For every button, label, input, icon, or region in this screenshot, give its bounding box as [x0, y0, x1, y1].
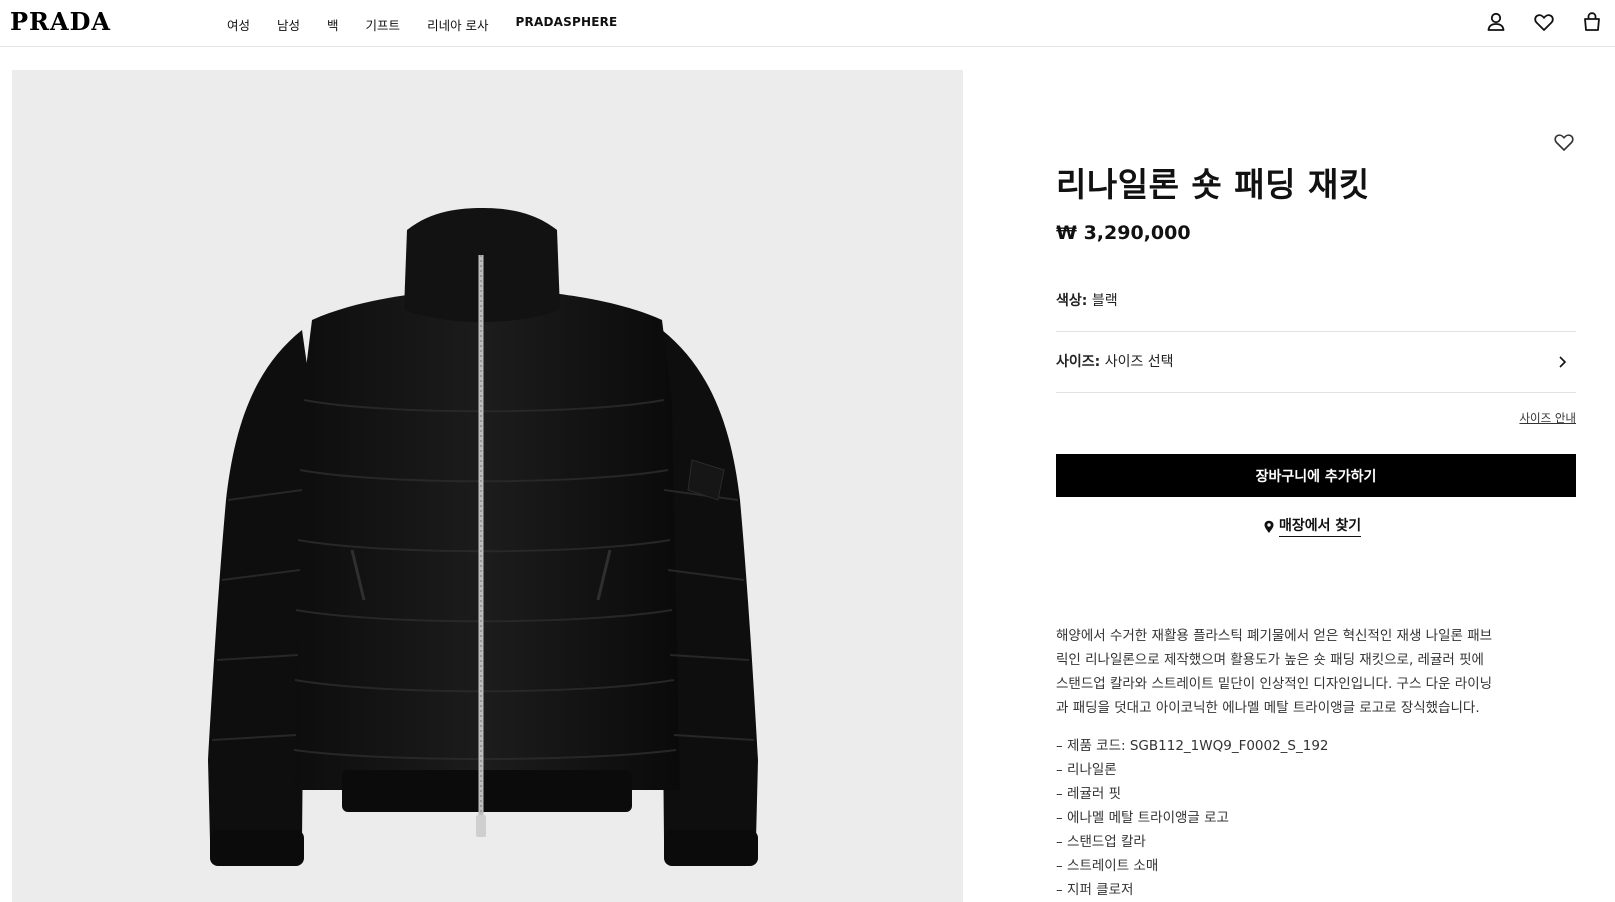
- chevron-right-icon: [1556, 354, 1568, 368]
- description-line: 과 패딩을 덧대고 아이코닉한 에나멜 메탈 트라이앵글 로고로 장식했습니다.: [1056, 700, 1480, 716]
- site-header: PRADA 여성 남성 백 기프트 리네아 로사 PRADASPHERE: [0, 0, 1615, 47]
- color-label: 색상:: [1056, 293, 1088, 309]
- nav-item-men[interactable]: 남성: [277, 15, 300, 34]
- description-line: 해양에서 수거한 재활용 플라스틱 폐기물에서 얻은 혁신적인 재생 나일론 패…: [1056, 628, 1493, 644]
- nav-item-linea-rossa[interactable]: 리네아 로사: [427, 15, 488, 34]
- product-features: – 제품 코드: SGB112_1WQ9_F0002_S_192 – 리나일론 …: [1056, 734, 1329, 902]
- feature-item: – 제품 코드: SGB112_1WQ9_F0002_S_192: [1056, 738, 1329, 754]
- add-to-cart-button[interactable]: 장바구니에 추가하기: [1056, 454, 1576, 497]
- nav-item-women[interactable]: 여성: [227, 15, 250, 34]
- bag-icon[interactable]: [1581, 10, 1603, 34]
- feature-item: – 스탠드업 칼라: [1056, 834, 1146, 850]
- product-description: 해양에서 수거한 재활용 플라스틱 폐기물에서 얻은 혁신적인 재생 나일론 패…: [1056, 624, 1546, 720]
- find-in-store-link[interactable]: 매장에서 찾기: [1263, 515, 1362, 537]
- feature-item: – 에나멜 메탈 트라이앵글 로고: [1056, 810, 1229, 826]
- color-row: 색상: 블랙: [1056, 290, 1118, 310]
- feature-item: – 지퍼 클로저: [1056, 882, 1134, 898]
- size-label: 사이즈:: [1056, 354, 1101, 370]
- main-nav: 여성 남성 백 기프트 리네아 로사 PRADASPHERE: [227, 15, 644, 34]
- product-title: 리나일론 숏 패딩 재킷: [1056, 165, 1370, 204]
- nav-item-bags[interactable]: 백: [327, 15, 339, 34]
- product-image[interactable]: [12, 70, 963, 902]
- feature-item: – 스트레이트 소매: [1056, 858, 1159, 874]
- size-selector[interactable]: 사이즈: 사이즈 선택: [1056, 332, 1576, 392]
- size-guide-link[interactable]: 사이즈 안내: [1519, 410, 1576, 426]
- nav-item-pradasphere[interactable]: PRADASPHERE: [516, 15, 618, 34]
- description-line: 릭인 리나일론으로 제작했으며 활용도가 높은 숏 패딩 재킷으로, 레귤러 핏…: [1056, 652, 1484, 668]
- prada-logo[interactable]: PRADA: [10, 7, 111, 36]
- nav-item-gifts[interactable]: 기프트: [366, 15, 401, 34]
- wishlist-icon[interactable]: [1533, 10, 1555, 34]
- feature-item: – 리나일론: [1056, 762, 1117, 778]
- description-line: 스탠드업 칼라와 스트레이트 밑단이 인상적인 디자인입니다. 구스 다운 라이…: [1056, 676, 1493, 692]
- find-in-store-label: 매장에서 찾기: [1279, 515, 1362, 537]
- location-pin-icon: [1263, 519, 1275, 533]
- header-icons: [1485, 10, 1603, 34]
- add-to-wishlist-icon[interactable]: [1552, 130, 1576, 154]
- product-price: ₩ 3,290,000: [1056, 222, 1191, 244]
- jacket-illustration: [208, 208, 758, 866]
- feature-item: – 레귤러 핏: [1056, 786, 1122, 802]
- account-icon[interactable]: [1485, 10, 1507, 34]
- size-value: 사이즈 선택: [1104, 354, 1174, 370]
- color-value: 블랙: [1091, 293, 1118, 309]
- divider: [1056, 392, 1576, 393]
